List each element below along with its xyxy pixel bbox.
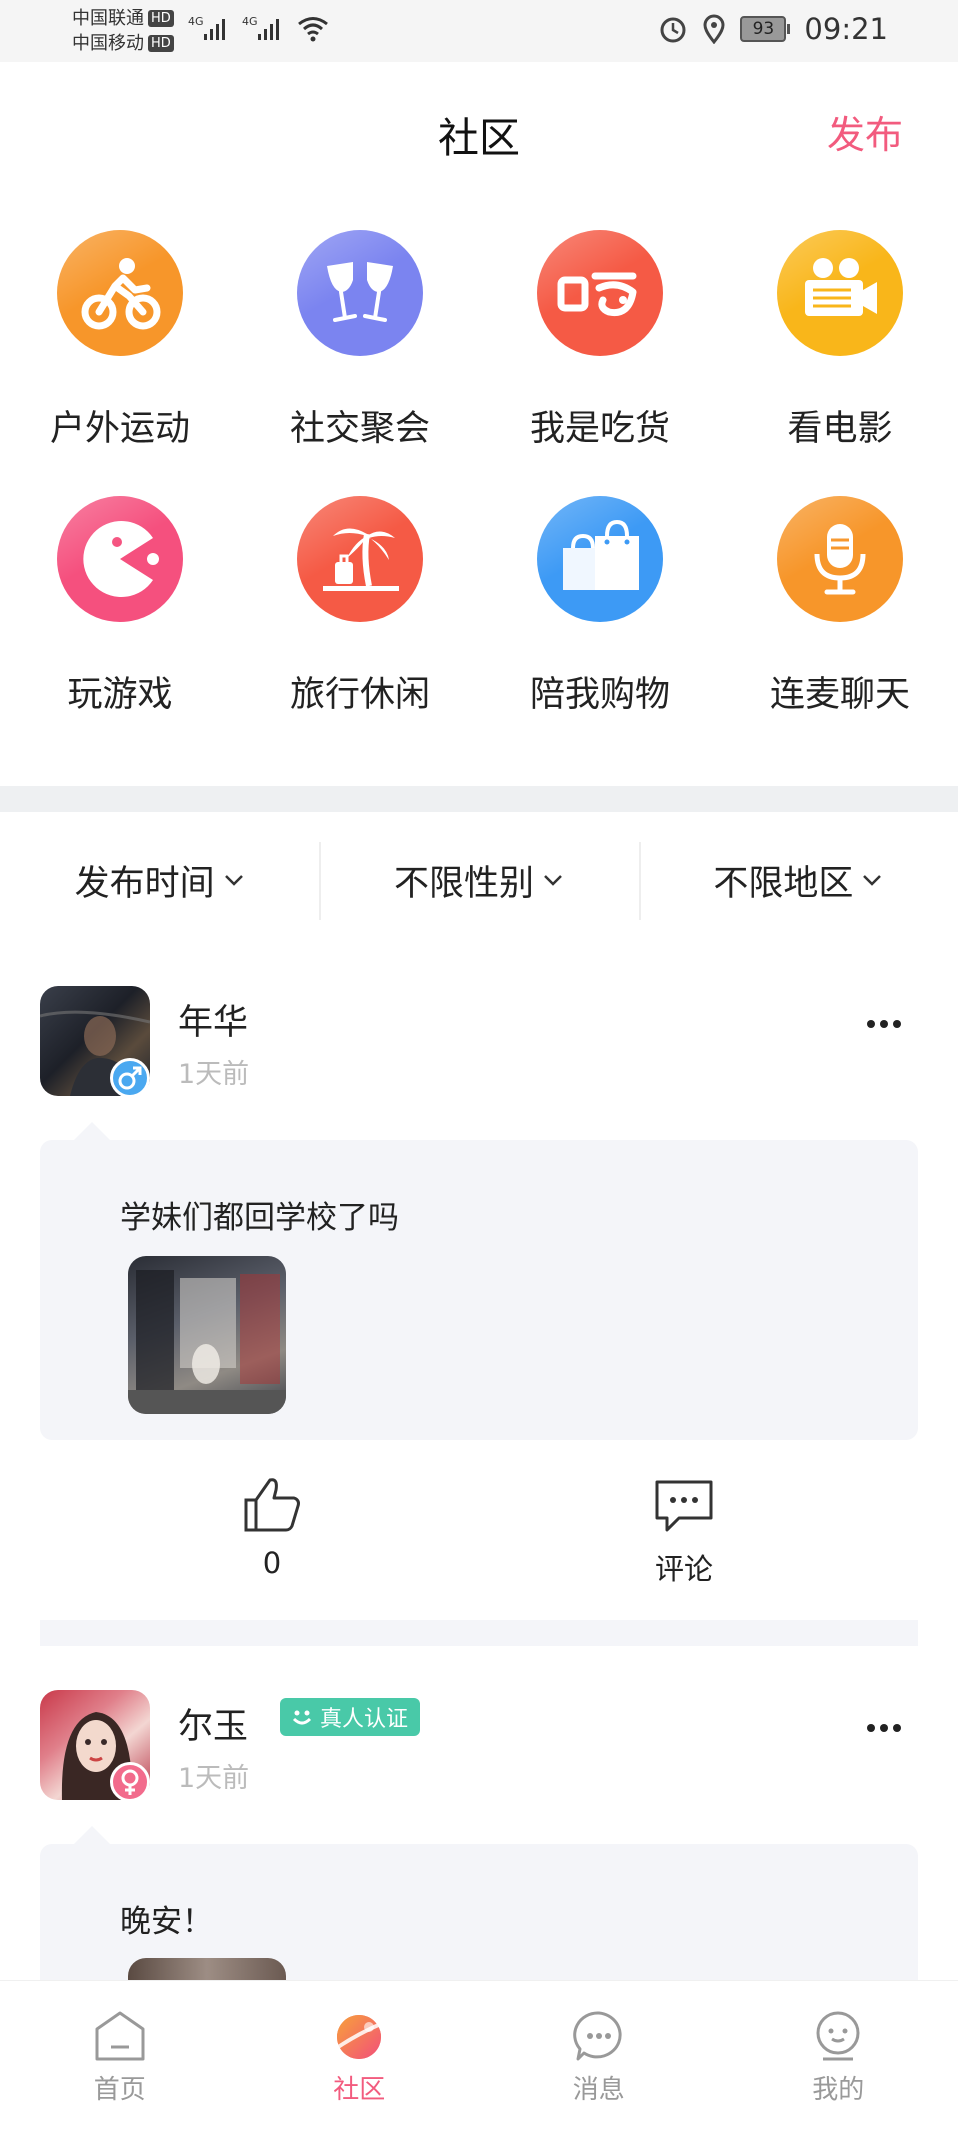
carrier-info: 中国联通 HD 中国移动 HD — [72, 6, 174, 56]
svg-text:4G: 4G — [242, 15, 258, 28]
nav-messages[interactable]: 消息 — [479, 1981, 719, 2129]
home-icon — [95, 2011, 145, 2061]
filter-label: 不限性别 — [393, 863, 534, 904]
category-movies[interactable]: 看电影 — [720, 230, 958, 451]
female-gender-icon — [110, 1762, 150, 1802]
category-label: 我是吃货 — [529, 409, 670, 449]
filter-region[interactable]: 不限地区 — [638, 838, 958, 922]
chevron-down-icon — [544, 875, 562, 886]
food-icon — [537, 230, 663, 356]
category-label: 看电影 — [787, 409, 893, 449]
post-separator — [40, 1620, 918, 1646]
post-username[interactable]: 年华 — [178, 994, 248, 1045]
battery-level: 93 — [740, 16, 787, 42]
bottom-navigation: 首页 社区 消息 我的 — [0, 1980, 958, 2129]
category-social-party[interactable]: 社交聚会 — [240, 230, 480, 451]
category-label: 连麦聊天 — [769, 675, 910, 715]
chevron-down-icon — [863, 875, 882, 886]
nav-community[interactable]: 社区 — [240, 1981, 480, 2129]
category-travel[interactable]: 旅行休闲 — [240, 496, 480, 717]
nav-profile[interactable]: 我的 — [719, 1981, 958, 2129]
post-actions: 0 评论 — [0, 1476, 958, 1606]
post-text: 学妹们都回学校了吗 — [120, 1200, 399, 1236]
profile-icon — [816, 2011, 860, 2061]
shopping-bags-icon — [537, 496, 663, 622]
carrier-2: 中国移动 — [72, 33, 144, 54]
chevron-down-icon — [224, 875, 243, 886]
post-time: 1天前 — [178, 1059, 250, 1090]
category-shopping[interactable]: 陪我购物 — [480, 496, 720, 717]
thumbs-up-icon — [244, 1478, 300, 1532]
category-games[interactable]: 玩游戏 — [0, 496, 240, 717]
alarm-icon — [660, 17, 686, 43]
message-icon — [572, 2011, 622, 2061]
post-username[interactable]: 尔玉 — [178, 1698, 248, 1749]
category-label: 陪我购物 — [529, 675, 670, 715]
planet-icon — [334, 2015, 385, 2059]
category-label: 旅行休闲 — [289, 675, 430, 715]
svg-text:4G: 4G — [188, 15, 204, 28]
movie-camera-icon — [777, 230, 903, 356]
nav-home[interactable]: 首页 — [0, 1981, 240, 2129]
status-bar: 中国联通 HD 中国移动 HD 4G 4G 93 09:21 — [0, 0, 958, 62]
nav-label: 社区 — [333, 2075, 386, 2105]
post-content[interactable]: 学妹们都回学校了吗 — [40, 1122, 918, 1440]
pacman-icon — [57, 496, 183, 622]
post-image[interactable] — [128, 1256, 286, 1414]
filter-label: 发布时间 — [74, 863, 215, 904]
category-outdoor-sports[interactable]: 户外运动 — [0, 230, 240, 451]
hd-badge-1: HD — [148, 10, 174, 27]
verified-badge-label: 真人认证 — [320, 1707, 409, 1732]
wine-glasses-icon — [297, 230, 423, 356]
hd-badge-2: HD — [148, 35, 174, 52]
nav-label: 我的 — [812, 2075, 865, 2105]
page-title: 社区 — [438, 114, 520, 162]
filter-label: 不限地区 — [713, 863, 854, 904]
signal-1-icon: 4G — [188, 15, 225, 40]
battery-indicator: 93 — [740, 16, 791, 42]
nav-label: 消息 — [572, 2075, 625, 2105]
verified-badge: 真人认证 — [280, 1698, 421, 1736]
carrier-1: 中国联通 — [72, 8, 144, 29]
comment-label: 评论 — [654, 1552, 713, 1586]
smile-icon — [292, 1710, 312, 1725]
category-foodie[interactable]: 我是吃货 — [480, 230, 720, 451]
section-divider — [0, 786, 958, 812]
wifi-icon — [298, 17, 328, 42]
category-label: 户外运动 — [49, 409, 190, 449]
filter-bar: 发布时间 不限性别 不限地区 — [0, 838, 958, 922]
filter-gender[interactable]: 不限性别 — [319, 838, 638, 922]
location-icon — [703, 14, 725, 44]
comment-icon — [655, 1480, 713, 1532]
post-card: 年华 1天前 学妹们都回学校了吗 0 评论 — [0, 986, 958, 1646]
status-time: 09:21 — [804, 12, 888, 46]
category-label: 社交聚会 — [289, 409, 430, 449]
like-count: 0 — [262, 1546, 282, 1580]
male-gender-icon — [110, 1058, 150, 1098]
post-card: 尔玉 真人认证 1天前 晚安！ — [0, 1690, 958, 2116]
signal-2-icon: 4G — [242, 15, 279, 40]
category-voice-chat[interactable]: 连麦聊天 — [720, 496, 958, 717]
palm-tree-icon — [297, 496, 423, 622]
microphone-icon — [777, 496, 903, 622]
like-button[interactable]: 0 — [172, 1476, 372, 1580]
comment-button[interactable]: 评论 — [584, 1476, 784, 1588]
nav-label: 首页 — [93, 2075, 146, 2105]
more-options-icon[interactable] — [866, 1018, 902, 1030]
category-label: 玩游戏 — [67, 675, 173, 715]
publish-button[interactable]: 发布 — [827, 104, 903, 159]
cycling-icon — [57, 230, 183, 356]
post-text: 晚安！ — [120, 1904, 213, 1940]
more-options-icon[interactable] — [866, 1722, 902, 1734]
title-bar: 社区 发布 — [0, 62, 958, 202]
post-time: 1天前 — [178, 1763, 250, 1794]
filter-publish-time[interactable]: 发布时间 — [0, 838, 319, 922]
